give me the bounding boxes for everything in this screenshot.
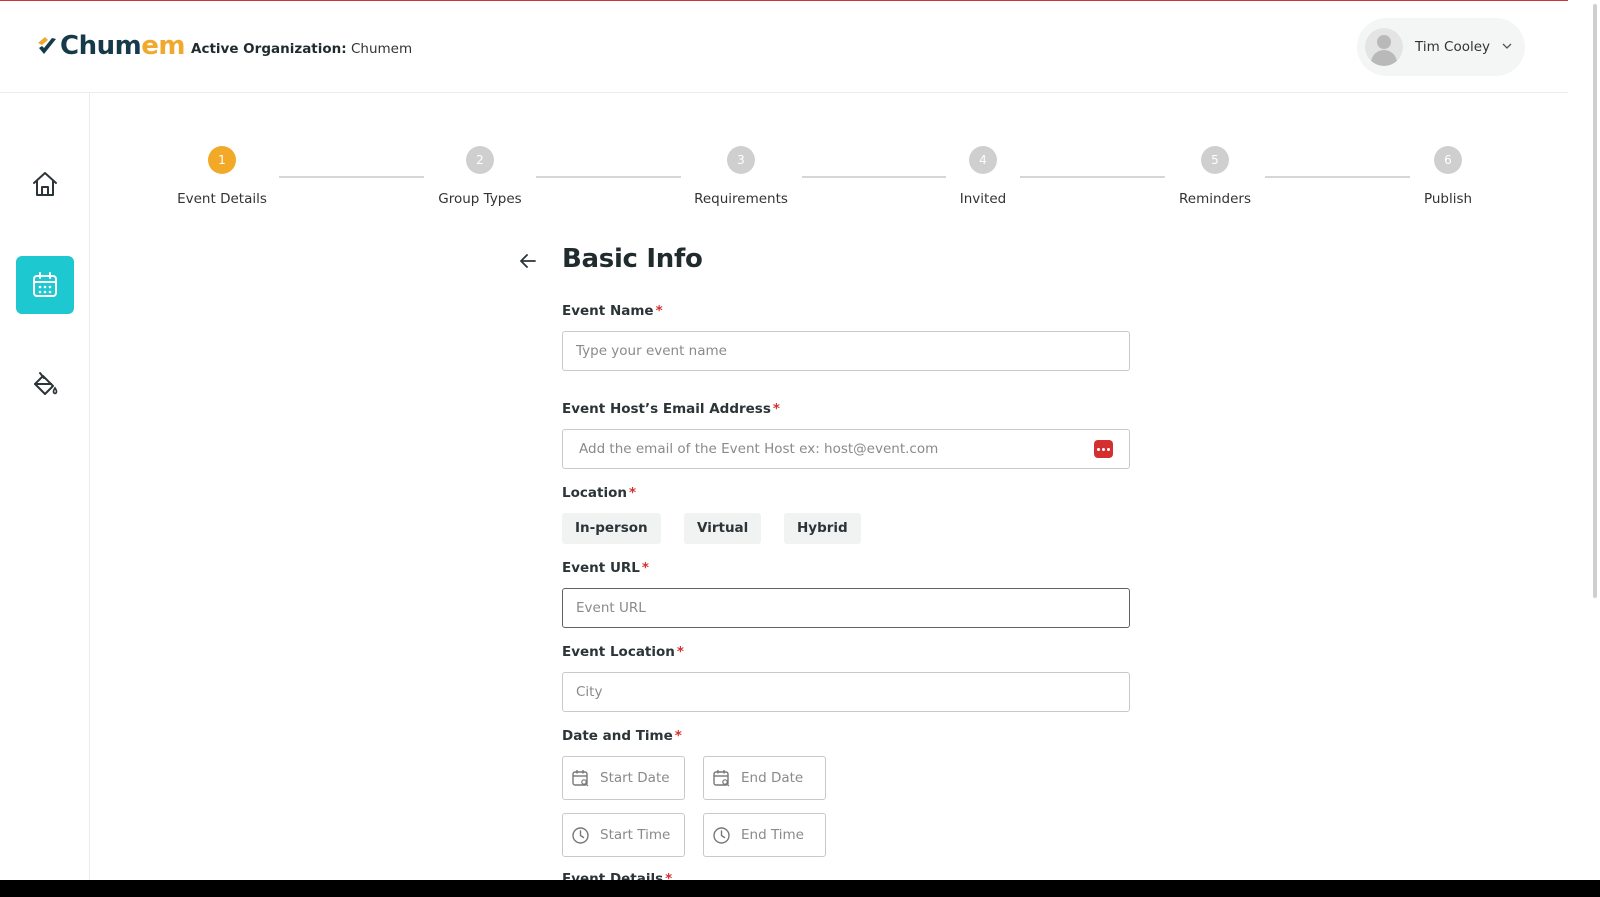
org-label: Active Organization: [191, 41, 347, 57]
step-connector [536, 176, 681, 178]
event-name-label: Event Name * [562, 303, 663, 319]
start-date-picker[interactable]: Start Date [562, 756, 685, 800]
calendar-search-icon [572, 769, 589, 786]
required-asterisk: * [772, 401, 780, 417]
end-time-placeholder: End Time [741, 827, 804, 843]
step-reminders[interactable]: 5 Reminders [1145, 146, 1285, 207]
calendar-icon [33, 272, 57, 297]
event-name-input[interactable] [562, 331, 1130, 371]
location-option-in-person[interactable]: In-person [562, 513, 661, 544]
sidebar-item-theme[interactable] [16, 355, 74, 413]
password-manager-icon[interactable] [1094, 440, 1113, 458]
end-date-placeholder: End Date [741, 770, 804, 786]
location-option-hybrid[interactable]: Hybrid [784, 513, 861, 544]
step-number: 2 [466, 146, 494, 174]
event-details-label-text: Event Details [562, 871, 664, 880]
event-details-label: Event Details * [562, 871, 672, 880]
event-location-label: Event Location * [562, 644, 684, 660]
back-arrow-icon[interactable] [518, 251, 538, 271]
step-requirements[interactable]: 3 Requirements [671, 146, 811, 207]
step-number: 5 [1201, 146, 1229, 174]
logo-text: Chumem [60, 31, 185, 61]
location-label: Location * [562, 485, 636, 501]
required-asterisk: * [628, 485, 637, 501]
step-number: 1 [208, 146, 236, 174]
step-number: 3 [727, 146, 755, 174]
step-label: Event Details [177, 191, 267, 207]
event-location-label-text: Event Location [562, 644, 675, 660]
location-option-virtual[interactable]: Virtual [684, 513, 762, 544]
clock-icon [713, 826, 730, 844]
step-invited[interactable]: 4 Invited [913, 146, 1053, 207]
required-asterisk: * [665, 871, 673, 880]
event-name-label-text: Event Name [562, 303, 654, 319]
sidebar-item-events[interactable] [16, 256, 74, 314]
chumem-logo[interactable]: Chumem [36, 31, 185, 61]
end-time-picker[interactable]: End Time [703, 813, 826, 857]
required-asterisk: * [655, 303, 663, 319]
paint-bucket-icon [34, 372, 58, 395]
start-date-placeholder: Start Date [600, 770, 670, 786]
start-time-placeholder: Start Time [600, 827, 671, 843]
event-location-input[interactable] [562, 672, 1130, 712]
step-publish[interactable]: 6 Publish [1378, 146, 1518, 207]
host-email-label: Event Host’s Email Address * [562, 401, 780, 417]
calendar-search-icon [713, 769, 730, 786]
screen-edge [0, 880, 1600, 897]
active-organization: Active Organization: Chumem [191, 41, 412, 57]
scrollbar-thumb[interactable] [1593, 4, 1597, 598]
progress-stepper: 1 Event Details 2 Group Types 3 Requirem… [0, 146, 1568, 216]
chevron-down-icon [1502, 43, 1512, 49]
logo-mark-icon [38, 37, 56, 54]
avatar [1365, 28, 1403, 66]
form-title: Basic Info [562, 244, 703, 274]
step-connector [279, 176, 424, 178]
step-event-details[interactable]: 1 Event Details [152, 146, 292, 207]
logo-text-accent: em [141, 31, 185, 61]
date-time-label: Date and Time * [562, 728, 682, 744]
step-number: 6 [1434, 146, 1462, 174]
date-time-label-text: Date and Time [562, 728, 673, 744]
location-label-text: Location [562, 485, 627, 501]
host-email-input[interactable] [562, 429, 1130, 469]
step-label: Requirements [694, 191, 788, 207]
event-url-label-text: Event URL [562, 560, 640, 576]
app-window: Chumem Active Organization: Chumem Tim C… [0, 0, 1568, 880]
host-email-label-text: Event Host’s Email Address [562, 401, 771, 417]
end-date-picker[interactable]: End Date [703, 756, 826, 800]
step-label: Invited [959, 191, 1007, 207]
start-time-picker[interactable]: Start Time [562, 813, 685, 857]
required-asterisk: * [641, 560, 649, 576]
step-label: Publish [1423, 191, 1473, 207]
user-menu[interactable]: Tim Cooley [1357, 18, 1525, 76]
step-label: Reminders [1179, 191, 1251, 207]
step-group-types[interactable]: 2 Group Types [410, 146, 550, 207]
logo-text-primary: Chum [60, 31, 142, 61]
org-name: Chumem [350, 41, 413, 57]
required-asterisk: * [674, 728, 682, 744]
event-url-label: Event URL * [562, 560, 649, 576]
step-number: 4 [969, 146, 997, 174]
top-header: Chumem Active Organization: Chumem Tim C… [0, 1, 1568, 93]
step-label: Group Types [438, 191, 522, 207]
clock-icon [572, 826, 589, 844]
host-email-field [562, 429, 1130, 469]
event-url-input[interactable] [562, 588, 1130, 628]
user-name: Tim Cooley [1415, 39, 1491, 55]
required-asterisk: * [676, 644, 684, 660]
